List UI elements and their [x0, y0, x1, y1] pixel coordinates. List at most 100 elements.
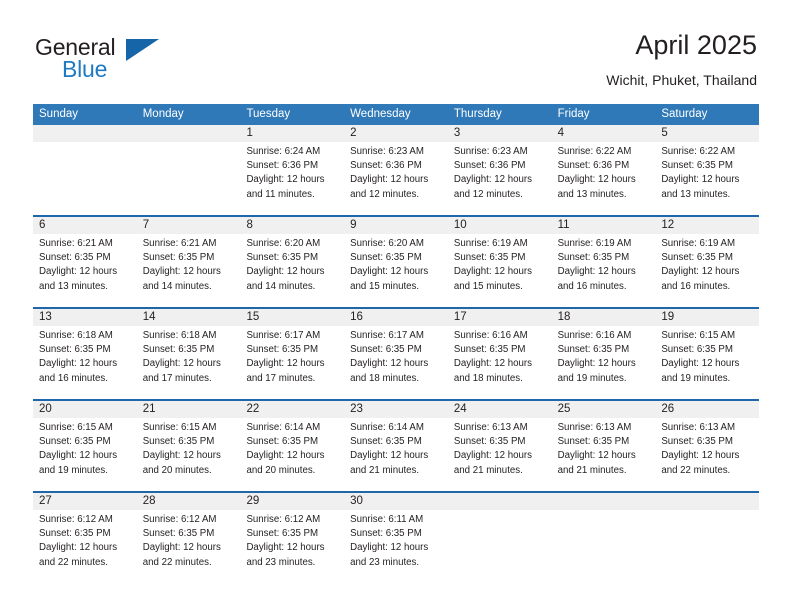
day-number[interactable]: 24	[448, 401, 552, 418]
day-detail-line: Sunrise: 6:13 AM	[557, 422, 632, 433]
calendar-weeks: 1 2 3 4 5 Sunrise: 6:24 AM Sunset: 6:36 PM Dayl…	[33, 125, 759, 583]
day-cell[interactable]: Sunrise: 6:20 AM Sunset: 6:35 PM Daylight:…	[240, 234, 344, 307]
day-detail-band: Sunrise: 6:18 AM Sunset: 6:35 PM Daylight:…	[33, 326, 759, 399]
day-cell[interactable]: Sunrise: 6:24 AM Sunset: 6:36 PM Daylight:…	[240, 142, 344, 215]
day-number[interactable]: 25	[552, 401, 656, 418]
day-cell[interactable]: Sunrise: 6:17 AM Sunset: 6:35 PM Daylight:…	[240, 326, 344, 399]
day-number[interactable]: 23	[344, 401, 448, 418]
day-number-empty	[137, 125, 241, 142]
day-detail-line: and 18 minutes.	[350, 372, 420, 384]
brand-logo[interactable]: General Blue	[35, 34, 265, 90]
day-number[interactable]: 8	[240, 217, 344, 234]
day-cell[interactable]: Sunrise: 6:13 AM Sunset: 6:35 PM Daylight:…	[552, 418, 656, 491]
day-detail-line: Daylight: 12 hours	[246, 450, 325, 462]
day-number[interactable]: 4	[552, 125, 656, 142]
day-cell[interactable]: Sunrise: 6:15 AM Sunset: 6:35 PM Daylight:…	[33, 418, 137, 491]
day-number[interactable]: 18	[552, 309, 656, 326]
day-number[interactable]: 1	[240, 125, 344, 142]
day-cell[interactable]: Sunrise: 6:13 AM Sunset: 6:35 PM Daylight:…	[448, 418, 552, 491]
day-cell[interactable]: Sunrise: 6:16 AM Sunset: 6:35 PM Daylight:…	[552, 326, 656, 399]
day-number[interactable]: 19	[655, 309, 759, 326]
day-detail-line: Sunset: 6:35 PM	[661, 436, 733, 448]
day-cell[interactable]: Sunrise: 6:19 AM Sunset: 6:35 PM Daylight:…	[655, 234, 759, 307]
day-number[interactable]: 13	[33, 309, 137, 326]
day-detail-line: and 18 minutes.	[453, 372, 523, 384]
day-number[interactable]: 30	[344, 493, 448, 510]
day-number[interactable]: 22	[240, 401, 344, 418]
day-number-empty	[655, 493, 759, 510]
day-number[interactable]: 10	[448, 217, 552, 234]
day-number[interactable]: 7	[137, 217, 241, 234]
day-number[interactable]: 5	[655, 125, 759, 142]
day-number-band: 6 7 8 9 10 11 12	[33, 217, 759, 234]
day-cell[interactable]: Sunrise: 6:15 AM Sunset: 6:35 PM Daylight:…	[137, 418, 241, 491]
day-cell[interactable]: Sunrise: 6:12 AM Sunset: 6:35 PM Daylight:…	[137, 510, 241, 583]
day-number[interactable]: 16	[344, 309, 448, 326]
day-detail-line: and 13 minutes.	[39, 280, 108, 292]
day-number[interactable]: 6	[33, 217, 137, 234]
day-number[interactable]: 15	[240, 309, 344, 326]
day-detail-line: Sunrise: 6:20 AM	[350, 238, 424, 249]
day-cell[interactable]: Sunrise: 6:13 AM Sunset: 6:35 PM Daylight:…	[655, 418, 759, 491]
day-cell[interactable]: Sunrise: 6:16 AM Sunset: 6:35 PM Daylight:…	[448, 326, 552, 399]
day-cell[interactable]: Sunrise: 6:17 AM Sunset: 6:35 PM Daylight:…	[344, 326, 448, 399]
day-number[interactable]: 9	[344, 217, 448, 234]
day-number[interactable]: 12	[655, 217, 759, 234]
day-number[interactable]: 17	[448, 309, 552, 326]
day-detail-line: and 20 minutes.	[246, 464, 316, 476]
day-cell[interactable]: Sunrise: 6:11 AM Sunset: 6:35 PM Daylight:…	[344, 510, 448, 583]
day-cell[interactable]: Sunrise: 6:19 AM Sunset: 6:35 PM Daylight:…	[552, 234, 656, 307]
day-cell[interactable]: Sunrise: 6:22 AM Sunset: 6:36 PM Daylight:…	[552, 142, 656, 215]
day-detail-line: Sunset: 6:35 PM	[453, 436, 526, 448]
day-detail-line: Daylight: 12 hours	[39, 542, 118, 554]
day-detail-line: and 13 minutes.	[661, 188, 731, 200]
day-cell-empty	[137, 142, 241, 215]
day-number[interactable]: 14	[137, 309, 241, 326]
day-cell-empty	[552, 510, 656, 583]
day-cell[interactable]: Sunrise: 6:12 AM Sunset: 6:35 PM Daylight:…	[33, 510, 137, 583]
day-number[interactable]: 27	[33, 493, 137, 510]
day-detail-line: Sunset: 6:36 PM	[350, 160, 422, 172]
day-detail-line: and 17 minutes.	[142, 372, 212, 384]
day-number[interactable]: 28	[137, 493, 241, 510]
day-detail-line: Sunrise: 6:23 AM	[350, 146, 424, 157]
day-detail-line: Sunset: 6:35 PM	[246, 528, 319, 540]
day-number[interactable]: 29	[240, 493, 344, 510]
day-number[interactable]: 21	[137, 401, 241, 418]
day-number-band: 27 28 29 30	[33, 493, 759, 510]
day-cell[interactable]: Sunrise: 6:23 AM Sunset: 6:36 PM Daylight:…	[448, 142, 552, 215]
day-number[interactable]: 11	[552, 217, 656, 234]
day-number[interactable]: 26	[655, 401, 759, 418]
day-cell[interactable]: Sunrise: 6:18 AM Sunset: 6:35 PM Daylight:…	[33, 326, 137, 399]
day-cell[interactable]: Sunrise: 6:14 AM Sunset: 6:35 PM Daylight:…	[240, 418, 344, 491]
day-cell[interactable]: Sunrise: 6:21 AM Sunset: 6:35 PM Daylight:…	[33, 234, 137, 307]
page-subtitle: Wichit, Phuket, Thailand	[606, 72, 757, 88]
day-detail-line: Sunset: 6:35 PM	[557, 252, 630, 264]
day-number[interactable]: 3	[448, 125, 552, 142]
day-cell[interactable]: Sunrise: 6:19 AM Sunset: 6:35 PM Daylight:…	[448, 234, 552, 307]
calendar-grid: Sunday Monday Tuesday Wednesday Thursday Frid…	[33, 104, 759, 583]
day-cell[interactable]: Sunrise: 6:18 AM Sunset: 6:35 PM Daylight:…	[137, 326, 241, 399]
day-detail-line: Daylight: 12 hours	[39, 358, 118, 370]
day-detail-line: Daylight: 12 hours	[453, 174, 532, 186]
day-cell[interactable]: Sunrise: 6:14 AM Sunset: 6:35 PM Daylight:…	[344, 418, 448, 491]
day-cell[interactable]: Sunrise: 6:23 AM Sunset: 6:36 PM Daylight:…	[344, 142, 448, 215]
day-cell[interactable]: Sunrise: 6:20 AM Sunset: 6:35 PM Daylight:…	[344, 234, 448, 307]
day-number[interactable]: 20	[33, 401, 137, 418]
weekday-header-thursday: Thursday	[453, 108, 502, 120]
day-cell[interactable]: Sunrise: 6:21 AM Sunset: 6:35 PM Daylight:…	[137, 234, 241, 307]
day-detail-line: and 19 minutes.	[557, 372, 627, 384]
day-number[interactable]: 2	[344, 125, 448, 142]
day-detail-line: Daylight: 12 hours	[350, 542, 429, 554]
calendar-page: General Blue April 2025 Wichit, Phuket, …	[0, 0, 792, 612]
title-block: April 2025 Wichit, Phuket, Thailand	[606, 30, 757, 88]
day-detail-line: and 13 minutes.	[557, 188, 627, 200]
weekday-header-sunday: Sunday	[39, 108, 79, 120]
day-number-empty	[552, 493, 656, 510]
day-cell[interactable]: Sunrise: 6:22 AM Sunset: 6:35 PM Daylight:…	[655, 142, 759, 215]
day-cell[interactable]: Sunrise: 6:12 AM Sunset: 6:35 PM Daylight:…	[240, 510, 344, 583]
day-cell[interactable]: Sunrise: 6:15 AM Sunset: 6:35 PM Daylight:…	[655, 326, 759, 399]
day-detail-line: Daylight: 12 hours	[246, 358, 325, 370]
day-detail-line: Sunset: 6:35 PM	[661, 160, 733, 172]
day-detail-line: Sunrise: 6:15 AM	[661, 330, 736, 341]
